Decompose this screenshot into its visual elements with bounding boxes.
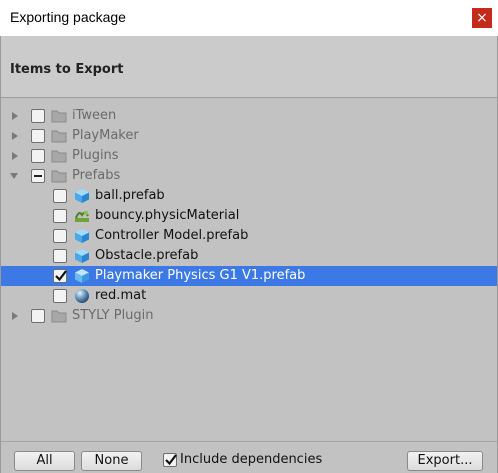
folder-icon — [51, 310, 67, 323]
tree-row-playmaker-physics-prefab[interactable]: Playmaker Physics G1 V1.prefab — [1, 266, 497, 286]
folder-icon — [51, 150, 67, 163]
checkmark-icon — [165, 454, 177, 466]
tree-item-label: iTween — [72, 108, 117, 123]
tree-row-controller-model-prefab[interactable]: Controller Model.prefab — [1, 226, 497, 246]
panel-header: Items to Export — [1, 36, 497, 98]
asset-tree: iTween PlayMaker Plugins Prefabs ball.pr… — [1, 106, 497, 466]
tree-row-styly-plugin[interactable]: STYLY Plugin — [1, 306, 497, 326]
row-checkbox[interactable] — [53, 209, 67, 223]
tree-row-obstacle-prefab[interactable]: Obstacle.prefab — [1, 246, 497, 266]
row-checkbox[interactable] — [53, 249, 67, 263]
close-icon: × — [476, 10, 488, 26]
tree-row-itween[interactable]: iTween — [1, 106, 497, 126]
tree-item-label: bouncy.physicMaterial — [95, 208, 240, 223]
tree-row-red-mat[interactable]: red.mat — [1, 286, 497, 306]
folder-icon — [51, 130, 67, 143]
row-checkbox[interactable] — [53, 229, 67, 243]
tree-item-label: ball.prefab — [95, 188, 165, 203]
tree-row-ball-prefab[interactable]: ball.prefab — [1, 186, 497, 206]
folder-icon — [51, 170, 67, 183]
checkmark-icon — [55, 270, 67, 282]
tree-item-label: STYLY Plugin — [72, 308, 154, 323]
prefab-cube-icon — [75, 249, 89, 263]
foldout-collapsed-icon[interactable] — [10, 131, 20, 141]
prefab-cube-icon — [75, 269, 89, 283]
foldout-expanded-icon[interactable] — [9, 171, 19, 181]
material-sphere-icon — [75, 289, 89, 303]
tree-item-label: Controller Model.prefab — [95, 228, 249, 243]
row-checkbox[interactable] — [53, 189, 67, 203]
export-button[interactable]: Export... — [407, 451, 483, 471]
title-bar: Exporting package × — [0, 0, 498, 36]
tree-row-bouncy-physicmaterial[interactable]: bouncy.physicMaterial — [1, 206, 497, 226]
row-checkbox[interactable] — [31, 109, 45, 123]
items-to-export-heading: Items to Export — [10, 62, 124, 77]
row-checkbox[interactable] — [53, 289, 67, 303]
tree-row-playmaker[interactable]: PlayMaker — [1, 126, 497, 146]
foldout-collapsed-icon[interactable] — [10, 151, 20, 161]
row-checkbox[interactable] — [31, 309, 45, 323]
tree-item-label: Prefabs — [72, 168, 121, 183]
tree-item-label: red.mat — [95, 288, 147, 303]
all-button[interactable]: All — [14, 451, 75, 471]
tree-row-prefabs[interactable]: Prefabs — [1, 166, 497, 186]
foldout-collapsed-icon[interactable] — [10, 111, 20, 121]
tree-item-label: Playmaker Physics G1 V1.prefab — [95, 268, 306, 283]
tree-item-label: PlayMaker — [72, 128, 139, 143]
tree-item-label: Plugins — [72, 148, 119, 163]
physic-material-icon — [75, 210, 89, 222]
row-checkbox-checked[interactable] — [53, 269, 67, 283]
include-dependencies-label: Include dependencies — [180, 452, 323, 467]
row-checkbox-mixed[interactable] — [31, 169, 45, 183]
tree-item-label: Obstacle.prefab — [95, 248, 199, 263]
row-checkbox[interactable] — [31, 149, 45, 163]
none-button[interactable]: None — [81, 451, 142, 471]
bottom-toolbar: All None Include dependencies Export... — [1, 441, 497, 473]
prefab-cube-icon — [75, 189, 89, 203]
include-dependencies-checkbox[interactable] — [163, 453, 177, 467]
row-checkbox[interactable] — [31, 129, 45, 143]
folder-icon — [51, 110, 67, 123]
close-button[interactable]: × — [472, 8, 492, 28]
window-title: Exporting package — [10, 9, 126, 25]
export-panel: Items to Export iTween PlayMaker Plugins — [0, 36, 498, 473]
foldout-collapsed-icon[interactable] — [10, 311, 20, 321]
tree-row-plugins[interactable]: Plugins — [1, 146, 497, 166]
prefab-cube-icon — [75, 229, 89, 243]
